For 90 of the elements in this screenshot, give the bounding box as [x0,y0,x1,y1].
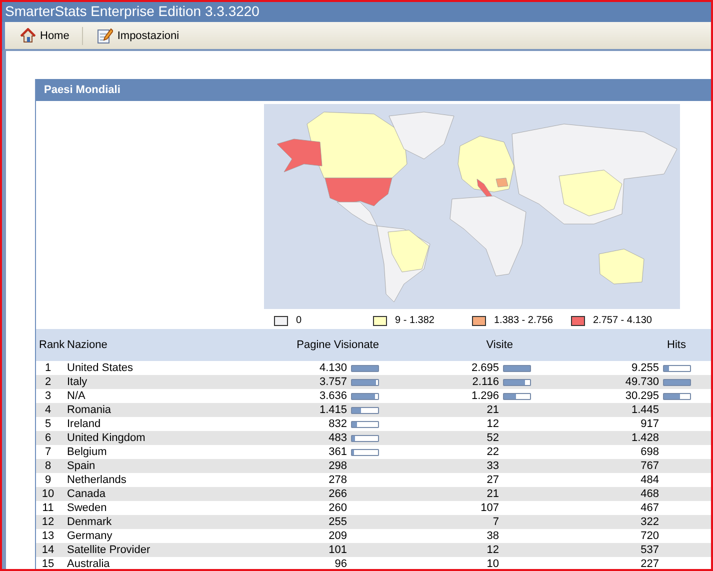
number-cell: 209 [328,529,347,543]
number-cell: 101 [328,543,347,557]
number-cell: 361 [328,445,347,459]
number-cell: 278 [328,473,347,487]
number-cell: 52 [486,431,499,445]
number-cell: 7 [492,515,499,529]
rank-cell: 7 [44,446,52,458]
country-cell: Belgium [67,446,107,458]
rank-cell: 9 [44,474,52,486]
rank-cell: 2 [44,376,52,388]
country-cell: Satellite Provider [67,544,150,556]
number-cell: 3.636 [319,389,347,403]
number-cell: 484 [640,473,659,487]
toolbar-button[interactable]: Home [17,26,72,46]
number-cell: 255 [328,515,347,529]
number-cell: 767 [640,459,659,473]
toolbar-button[interactable]: Impostazioni [93,25,182,46]
number-cell: 1.445 [631,403,659,417]
number-cell: 537 [640,543,659,557]
country-cell: Denmark [67,516,112,528]
legend-label: 9 - 1.382 [395,315,434,326]
panel-title: Paesi Mondiali [36,79,711,101]
number-cell: 720 [640,529,659,543]
number-cell: 298 [328,459,347,473]
window-title: SmarterStats Enterprise Edition 3.3.3220 [2,2,711,22]
country-cell: Romania [67,404,112,416]
number-cell: 21 [486,403,499,417]
number-cell: 467 [640,501,659,515]
number-cell: 1.428 [631,431,659,445]
number-cell: 38 [486,529,499,543]
house-icon [20,28,36,44]
rank-cell: 6 [44,432,52,444]
column-header[interactable]: Visite [486,339,513,351]
number-cell: 468 [640,487,659,501]
number-cell: 96 [334,557,347,569]
number-cell: 483 [328,431,347,445]
rank-cell: 12 [42,516,54,528]
number-cell: 1.415 [319,403,347,417]
column-header[interactable]: Rank [39,339,65,351]
country-cell: Australia [67,558,110,569]
number-cell: 22 [486,445,499,459]
number-cell: 4.130 [319,361,347,375]
rank-cell: 3 [44,390,52,402]
notepad-pencil-icon [96,27,114,44]
rank-cell: 15 [42,558,54,569]
column-header[interactable]: Nazione [67,339,108,351]
number-cell: 2.116 [472,375,499,389]
rank-cell: 4 [44,404,52,416]
column-header[interactable]: Pagine Visionate [296,339,379,351]
number-cell: 27 [486,473,499,487]
number-cell: 49.730 [625,375,659,389]
number-cell: 322 [640,515,659,529]
number-cell: 21 [486,487,499,501]
country-cell: United Kingdom [67,432,146,444]
column-header[interactable]: Hits [667,339,686,351]
number-cell: 2.695 [471,361,499,375]
rank-cell: 11 [42,502,54,514]
number-cell: 12 [486,543,499,557]
number-cell: 698 [640,445,659,459]
number-cell: 832 [328,417,347,431]
rank-cell: 8 [44,460,52,472]
number-cell: 9.255 [631,361,659,375]
legend-label: 2.757 - 4.130 [593,315,652,326]
country-cell: Ireland [67,418,101,430]
rank-cell: 5 [44,418,52,430]
country-cell: Canada [67,488,106,500]
country-cell: Spain [67,460,96,472]
rank-cell: 14 [42,544,54,556]
number-cell: 1.296 [471,389,499,403]
number-cell: 30.295 [625,389,659,403]
rank-cell: 13 [42,530,54,542]
number-cell: 107 [480,501,499,515]
country-cell: United States [67,362,134,374]
number-cell: 917 [640,417,659,431]
number-cell: 33 [486,459,499,473]
number-cell: 3.757 [319,375,347,389]
number-cell: 12 [486,417,499,431]
country-cell: Sweden [67,502,107,514]
country-cell: Italy [67,376,88,388]
number-cell: 260 [328,501,347,515]
number-cell: 266 [328,487,347,501]
rank-cell: 1 [44,362,52,374]
country-cell: Germany [67,530,112,542]
country-cell: Netherlands [67,474,126,486]
rank-cell: 10 [42,488,54,500]
country-cell: N/A [67,390,86,402]
legend-label: 1.383 - 2.756 [494,315,553,326]
legend-label: 0 [296,315,302,326]
number-cell: 10 [486,557,499,569]
number-cell: 227 [640,557,659,569]
